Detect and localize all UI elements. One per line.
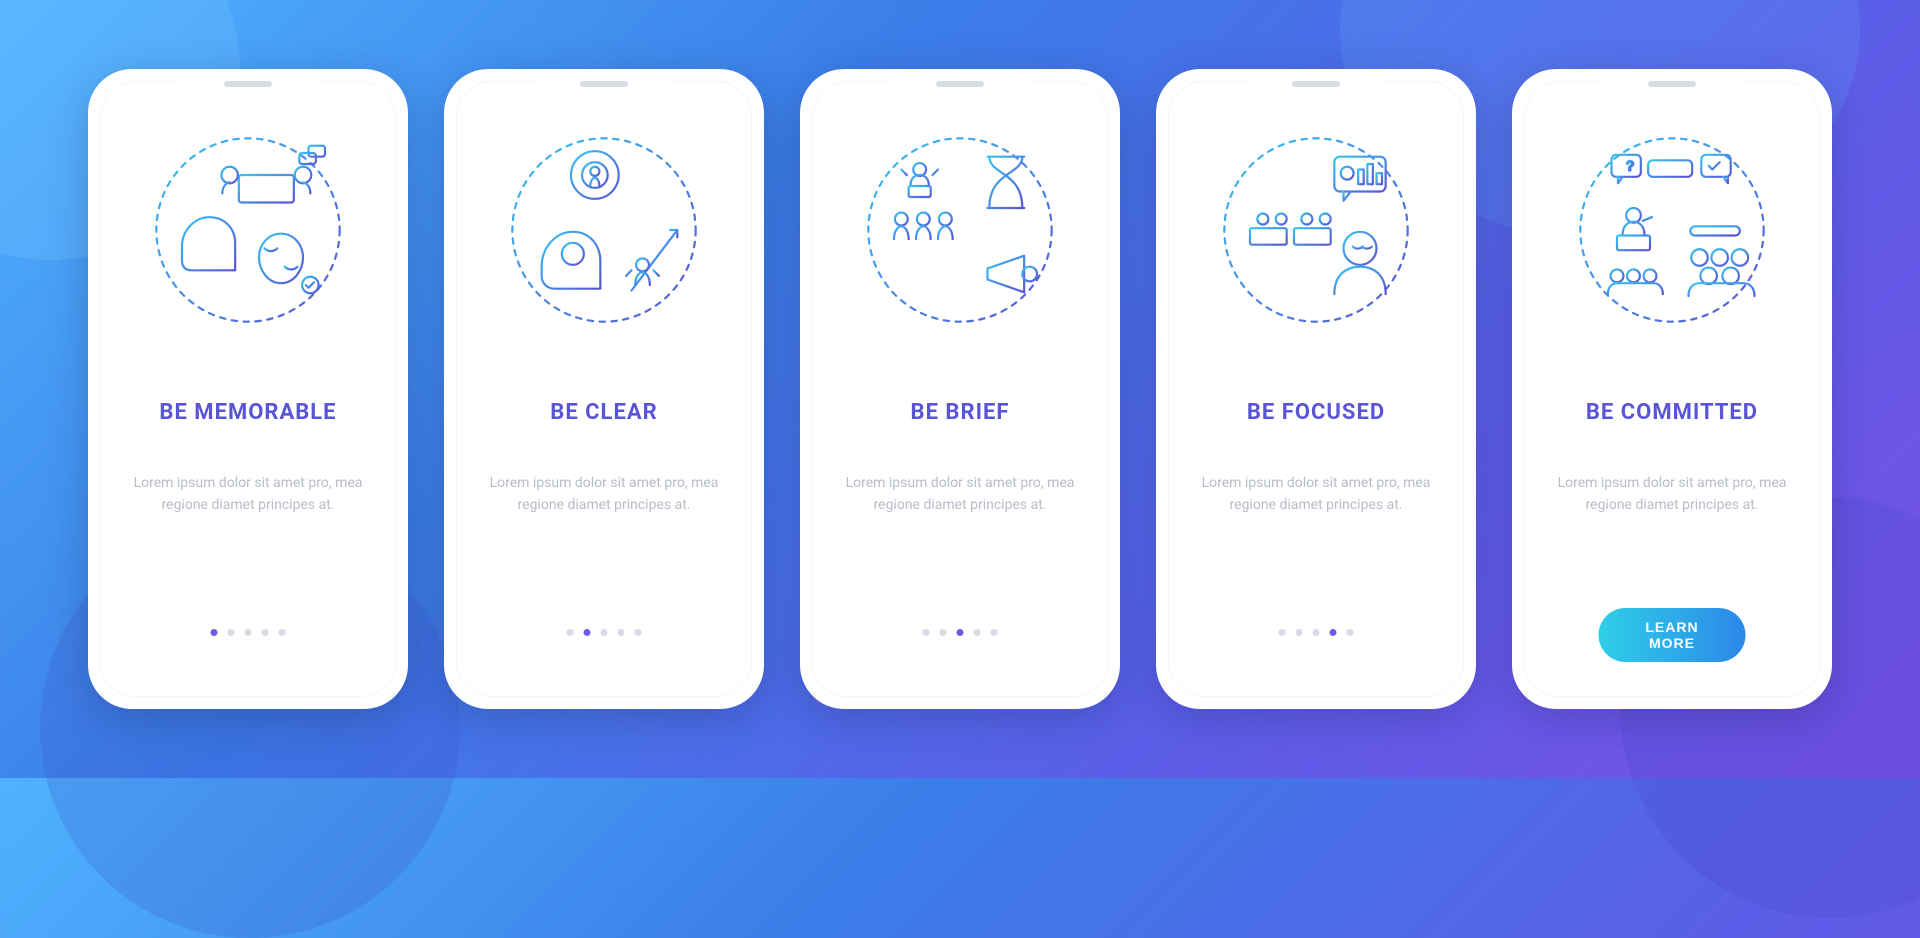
page-dot[interactable] — [245, 629, 252, 636]
phone-notch — [1246, 69, 1386, 95]
phone-brief: BE BRIEF Lorem ipsum dolor sit amet pro,… — [800, 69, 1120, 709]
phone-notch — [178, 69, 318, 95]
screen-body: Lorem ipsum dolor sit amet pro, mea regi… — [1195, 473, 1437, 516]
phone-clear: BE CLEAR Lorem ipsum dolor sit amet pro,… — [444, 69, 764, 709]
page-dots — [211, 629, 286, 636]
focused-icon — [1206, 120, 1426, 340]
page-dot[interactable] — [584, 629, 591, 636]
phone-notch — [1602, 69, 1742, 95]
page-dot[interactable] — [1347, 629, 1354, 636]
page-dot[interactable] — [1313, 629, 1320, 636]
page-dots — [567, 629, 642, 636]
phone-screen: ? — [1524, 81, 1820, 697]
page-dot[interactable] — [262, 629, 269, 636]
phone-screen: BE BRIEF Lorem ipsum dolor sit amet pro,… — [812, 81, 1108, 697]
phone-screen: BE CLEAR Lorem ipsum dolor sit amet pro,… — [456, 81, 752, 697]
page-dots — [1279, 629, 1354, 636]
screen-body: Lorem ipsum dolor sit amet pro, mea regi… — [839, 473, 1081, 516]
phone-screen: BE FOCUSED Lorem ipsum dolor sit amet pr… — [1168, 81, 1464, 697]
page-dot[interactable] — [635, 629, 642, 636]
clear-icon — [494, 120, 714, 340]
screen-title: BE MEMORABLE — [159, 400, 336, 425]
page-dot[interactable] — [567, 629, 574, 636]
page-dot[interactable] — [228, 629, 235, 636]
screen-body: Lorem ipsum dolor sit amet pro, mea regi… — [483, 473, 725, 516]
memorable-icon — [138, 120, 358, 340]
page-dot[interactable] — [1330, 629, 1337, 636]
page-dot[interactable] — [974, 629, 981, 636]
phone-focused: BE FOCUSED Lorem ipsum dolor sit amet pr… — [1156, 69, 1476, 709]
page-dot[interactable] — [1279, 629, 1286, 636]
screen-title: BE BRIEF — [911, 400, 1010, 425]
page-dot[interactable] — [940, 629, 947, 636]
screen-body: Lorem ipsum dolor sit amet pro, mea regi… — [1551, 473, 1793, 516]
phone-memorable: BE MEMORABLE Lorem ipsum dolor sit amet … — [88, 69, 408, 709]
learn-more-button[interactable]: LEARN MORE — [1599, 608, 1746, 662]
svg-text:?: ? — [1626, 158, 1634, 173]
screen-title: BE FOCUSED — [1247, 400, 1385, 425]
phone-row: BE MEMORABLE Lorem ipsum dolor sit amet … — [0, 0, 1920, 778]
page-dot[interactable] — [1296, 629, 1303, 636]
page-dot[interactable] — [957, 629, 964, 636]
page-dot[interactable] — [601, 629, 608, 636]
phone-notch — [890, 69, 1030, 95]
brief-icon — [850, 120, 1070, 340]
page-dot[interactable] — [923, 629, 930, 636]
committed-icon: ? — [1562, 120, 1782, 340]
page-dot[interactable] — [279, 629, 286, 636]
screen-title: BE COMMITTED — [1586, 400, 1758, 425]
screen-body: Lorem ipsum dolor sit amet pro, mea regi… — [127, 473, 369, 516]
page-dot[interactable] — [991, 629, 998, 636]
phone-committed: ? — [1512, 69, 1832, 709]
page-dots — [923, 629, 998, 636]
phone-notch — [534, 69, 674, 95]
page-dot[interactable] — [618, 629, 625, 636]
page-dot[interactable] — [211, 629, 218, 636]
phone-screen: BE MEMORABLE Lorem ipsum dolor sit amet … — [100, 81, 396, 697]
screen-title: BE CLEAR — [550, 400, 657, 425]
